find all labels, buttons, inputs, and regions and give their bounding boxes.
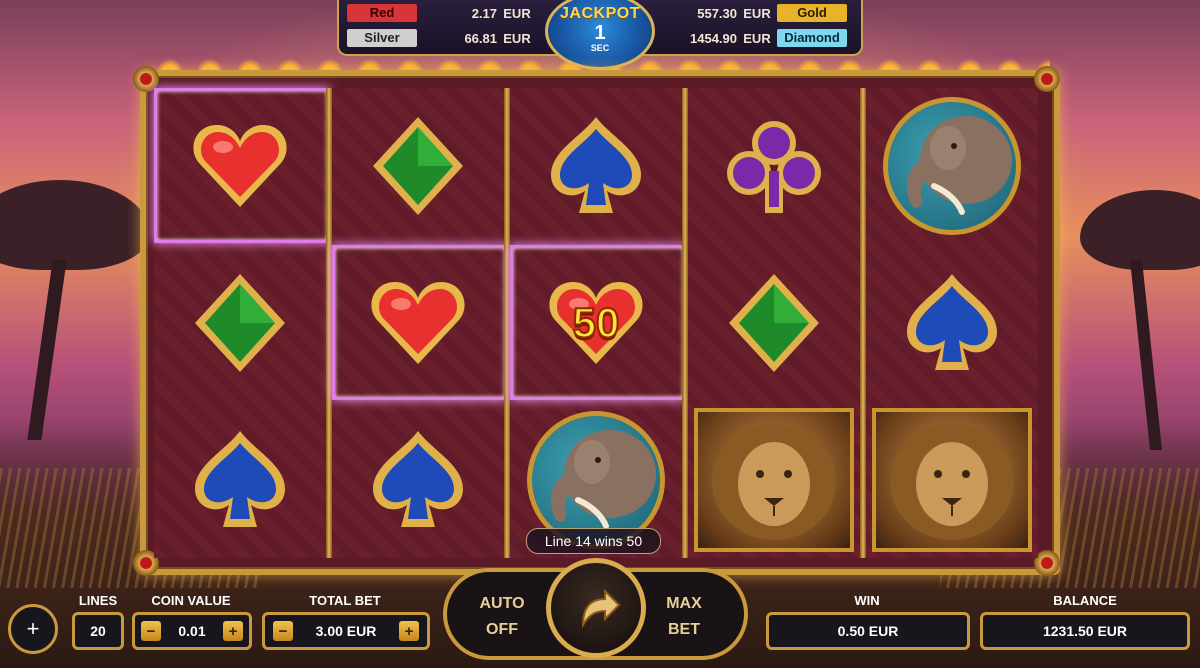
winning-cell-highlight: [332, 245, 508, 400]
jackpot-gold: 557.30 EUR Gold: [657, 3, 847, 23]
jackpot-silver-currency: EUR: [503, 30, 531, 46]
jackpot-red: Red 2.17 EUR: [347, 3, 537, 23]
coin-value-box: − 0.01 +: [132, 612, 252, 650]
spade-icon: [363, 425, 473, 535]
menu-button[interactable]: +: [8, 604, 58, 654]
reel-cell-r3c4: [688, 402, 860, 557]
jackpot-silver-value: 66.81: [464, 30, 497, 46]
coin-value-decrease-button[interactable]: −: [141, 621, 161, 641]
reel-cell-r1c2: [332, 88, 504, 243]
autoplay-state: OFF: [486, 621, 518, 638]
spin-arrow-icon: [581, 588, 621, 629]
jackpot-silver: Silver 66.81 EUR: [347, 28, 537, 48]
coin-value-increase-button[interactable]: +: [223, 621, 243, 641]
total-bet-decrease-button[interactable]: −: [273, 621, 293, 641]
club-icon: [719, 111, 829, 221]
spade-icon: [541, 111, 651, 221]
jackpot-diamond-label: Diamond: [777, 29, 847, 47]
max-bet-label-1: MAX: [666, 595, 702, 612]
spade-icon: [185, 425, 295, 535]
lion-icon: [872, 407, 1032, 552]
jackpot-diamond: 1454.90 EUR Diamond: [657, 28, 847, 48]
lion-icon: [694, 407, 854, 552]
spin-button[interactable]: [546, 558, 646, 658]
total-bet-label: TOTAL BET: [309, 593, 381, 608]
max-bet-label-2: BET: [668, 621, 700, 638]
elephant-icon: [883, 96, 1021, 235]
autoplay-label: AUTO: [479, 595, 525, 612]
reel-cell-r3c2: [332, 402, 504, 557]
reel-cell-r2c1: [154, 245, 326, 400]
autoplay-button[interactable]: AUTO OFF: [466, 591, 538, 643]
reel-cell-r2c5: [866, 245, 1038, 400]
spade-icon: [897, 268, 1007, 378]
jackpot-red-value: 2.17: [471, 5, 497, 21]
left-acacia-tree: [0, 180, 150, 440]
jackpot-gold-currency: EUR: [743, 5, 771, 21]
diamond-icon: [185, 268, 295, 378]
reel-cell-r1c3: [510, 88, 682, 243]
winning-cell-highlight: [510, 245, 686, 400]
coin-value-value: 0.01: [178, 623, 206, 639]
coin-value-label: COIN VALUE: [151, 593, 231, 608]
jackpot-gold-value: 557.30: [697, 5, 737, 21]
reel-cell-r2c4: [688, 245, 860, 400]
jackpot-diamond-currency: EUR: [743, 30, 771, 46]
jackpot-silver-label: Silver: [347, 29, 417, 47]
jackpot-red-currency: EUR: [503, 5, 531, 21]
reel-cell-r1c5: [866, 88, 1038, 243]
right-acacia-tree: [1060, 190, 1200, 450]
jackpot-title: JACKPOT: [560, 5, 640, 22]
win-value: 0.50 EUR: [766, 612, 970, 650]
jackpot-red-label: Red: [347, 4, 417, 22]
jackpot-timer-unit: SEC: [590, 43, 610, 53]
total-bet-box: − 3.00 EUR +: [262, 612, 430, 650]
max-bet-button[interactable]: MAX BET: [648, 591, 720, 643]
lines-label: LINES: [78, 593, 118, 608]
diamond-icon: [363, 111, 473, 221]
balance-label: BALANCE: [1053, 593, 1117, 608]
total-bet-value: 3.00 EUR: [315, 623, 377, 639]
balance-value: 1231.50 EUR: [980, 612, 1190, 650]
jackpot-gold-label: Gold: [777, 4, 847, 22]
line-win-message: Line 14 wins 50: [526, 528, 661, 554]
diamond-icon: [719, 268, 829, 378]
winning-cell-highlight: [154, 88, 330, 243]
lines-value[interactable]: 20: [72, 612, 124, 650]
jackpot-timer-number: 1: [594, 22, 606, 44]
win-label: WIN: [854, 593, 880, 608]
reel-cell-r3c1: [154, 402, 326, 557]
total-bet-increase-button[interactable]: +: [398, 621, 419, 641]
jackpot-diamond-value: 1454.90: [690, 30, 737, 46]
reel-cell-r3c5: [866, 402, 1038, 557]
reel-cell-r1c4: [688, 88, 860, 243]
